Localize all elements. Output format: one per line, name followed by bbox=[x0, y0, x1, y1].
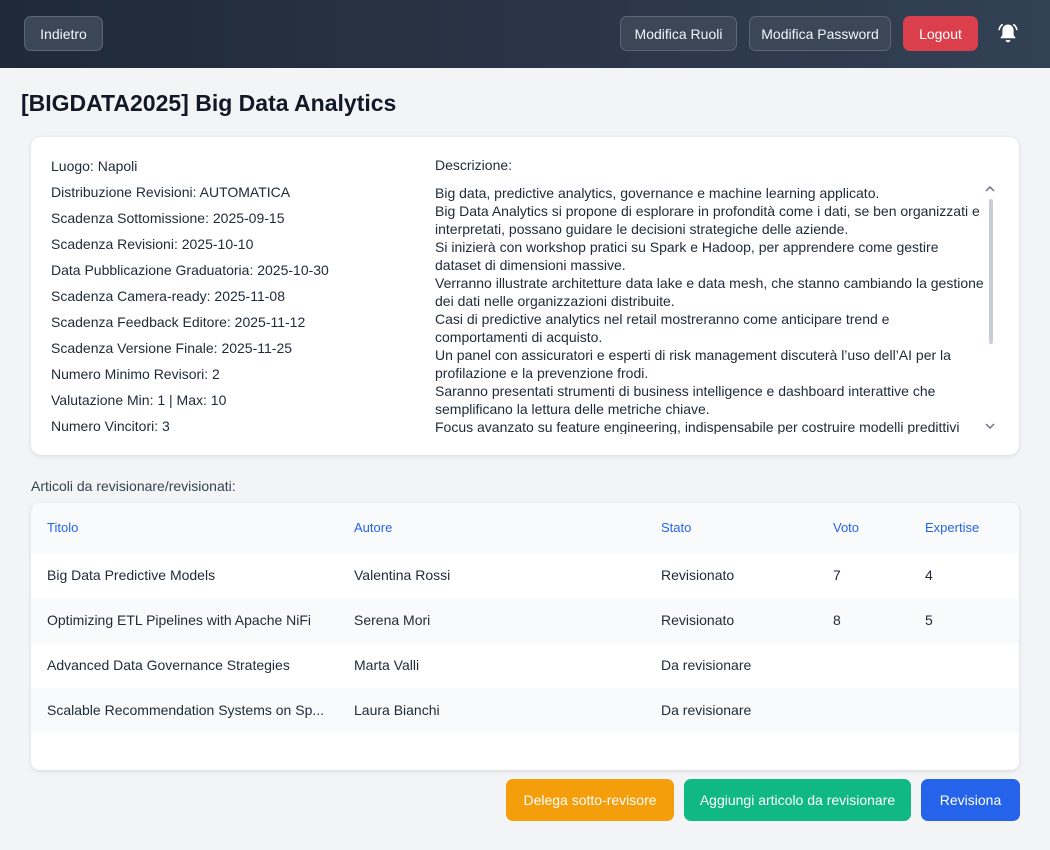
description-scrollbar[interactable] bbox=[989, 199, 993, 344]
cell-author: Valentina Rossi bbox=[354, 567, 451, 583]
table-row[interactable]: Big Data Predictive Models Valentina Ros… bbox=[31, 553, 1019, 598]
info-min-reviewers: Numero Minimo Revisori: 2 bbox=[51, 366, 220, 382]
chevron-down-icon[interactable] bbox=[984, 421, 996, 431]
info-winners-count: Numero Vincitori: 3 bbox=[51, 418, 170, 434]
cell-status: Revisionato bbox=[661, 567, 735, 583]
cell-title: Optimizing ETL Pipelines with Apache NiF… bbox=[47, 612, 312, 628]
cell-author: Serena Mori bbox=[354, 612, 431, 628]
cell-author: Laura Bianchi bbox=[354, 702, 440, 718]
cell-author: Marta Valli bbox=[354, 657, 420, 673]
description-line: Un panel con assicuratori e esperti di r… bbox=[435, 347, 951, 381]
articles-section-label: Articoli da revisionare/revisionati: bbox=[31, 478, 236, 494]
conference-details: Luogo: Napoli Distribuzione Revisioni: A… bbox=[51, 157, 421, 443]
description-line: Si inizierà con workshop pratici su Spar… bbox=[435, 239, 939, 273]
table-row[interactable]: Optimizing ETL Pipelines with Apache NiF… bbox=[31, 598, 1019, 643]
info-ranking-date: Data Pubblicazione Graduatoria: 2025-10-… bbox=[51, 262, 329, 278]
description-line: Casi di predictive analytics nel retail … bbox=[435, 311, 890, 345]
description-label: Descrizione: bbox=[435, 157, 513, 173]
page-title: [BIGDATA2025] Big Data Analytics bbox=[21, 90, 397, 116]
back-button[interactable]: Indietro bbox=[24, 16, 103, 51]
edit-roles-button[interactable]: Modifica Ruoli bbox=[620, 16, 737, 51]
table-row[interactable]: Advanced Data Governance Strategies Mart… bbox=[31, 643, 1019, 688]
description-line: Big Data Analytics si propone di esplora… bbox=[435, 203, 980, 237]
description-line: Focus avanzato su feature engineering, i… bbox=[435, 419, 960, 434]
cell-expertise: 4 bbox=[925, 567, 933, 583]
description-line: Saranno presentati strumenti di business… bbox=[435, 383, 936, 417]
cell-status: Da revisionare bbox=[661, 702, 752, 718]
info-submission-deadline: Scadenza Sottomissione: 2025-09-15 bbox=[51, 210, 285, 226]
info-review-deadline: Scadenza Revisioni: 2025-10-10 bbox=[51, 236, 254, 252]
info-editor-feedback-deadline: Scadenza Feedback Editore: 2025-11-12 bbox=[51, 314, 306, 330]
column-header-status[interactable]: Stato bbox=[661, 520, 821, 535]
info-location: Luogo: Napoli bbox=[51, 158, 138, 174]
cell-vote: 8 bbox=[833, 612, 841, 628]
column-header-vote[interactable]: Voto bbox=[833, 520, 893, 535]
cell-status: Da revisionare bbox=[661, 657, 752, 673]
description-line: Big data, predictive analytics, governan… bbox=[435, 185, 880, 201]
cell-expertise: 5 bbox=[925, 612, 933, 628]
table-header: Titolo Autore Stato Voto Expertise bbox=[31, 503, 1019, 553]
top-navbar: Indietro Modifica Ruoli Modifica Passwor… bbox=[0, 0, 1050, 68]
conference-info-card: Luogo: Napoli Distribuzione Revisioni: A… bbox=[31, 137, 1019, 455]
cell-title: Big Data Predictive Models bbox=[47, 567, 216, 583]
add-article-button[interactable]: Aggiungi articolo da revisionare bbox=[684, 779, 911, 821]
delegate-subreviewer-button[interactable]: Delega sotto-revisore bbox=[506, 779, 674, 821]
change-password-button[interactable]: Modifica Password bbox=[749, 16, 891, 51]
column-header-author[interactable]: Autore bbox=[354, 520, 634, 535]
cell-title: Scalable Recommendation Systems on Sp... bbox=[47, 702, 325, 718]
info-review-distribution: Distribuzione Revisioni: AUTOMATICA bbox=[51, 184, 291, 200]
bell-icon[interactable] bbox=[996, 22, 1020, 46]
cell-status: Revisionato bbox=[661, 612, 735, 628]
column-header-title[interactable]: Titolo bbox=[47, 520, 327, 535]
info-final-version-deadline: Scadenza Versione Finale: 2025-11-25 bbox=[51, 340, 293, 356]
chevron-up-icon[interactable] bbox=[984, 184, 996, 194]
cell-vote: 7 bbox=[833, 567, 841, 583]
description-text[interactable]: Big data, predictive analytics, governan… bbox=[435, 184, 985, 434]
info-camera-ready-deadline: Scadenza Camera-ready: 2025-11-08 bbox=[51, 288, 285, 304]
cell-title: Advanced Data Governance Strategies bbox=[47, 657, 290, 673]
description-line: Verranno illustrate architetture data la… bbox=[435, 275, 984, 309]
info-rating-range: Valutazione Min: 1 | Max: 10 bbox=[51, 392, 227, 408]
review-button[interactable]: Revisiona bbox=[921, 779, 1020, 821]
column-header-expertise[interactable]: Expertise bbox=[925, 520, 1005, 535]
table-row[interactable]: Scalable Recommendation Systems on Sp...… bbox=[31, 688, 1019, 733]
articles-table: Titolo Autore Stato Voto Expertise Big D… bbox=[31, 503, 1019, 770]
logout-button[interactable]: Logout bbox=[903, 16, 978, 51]
